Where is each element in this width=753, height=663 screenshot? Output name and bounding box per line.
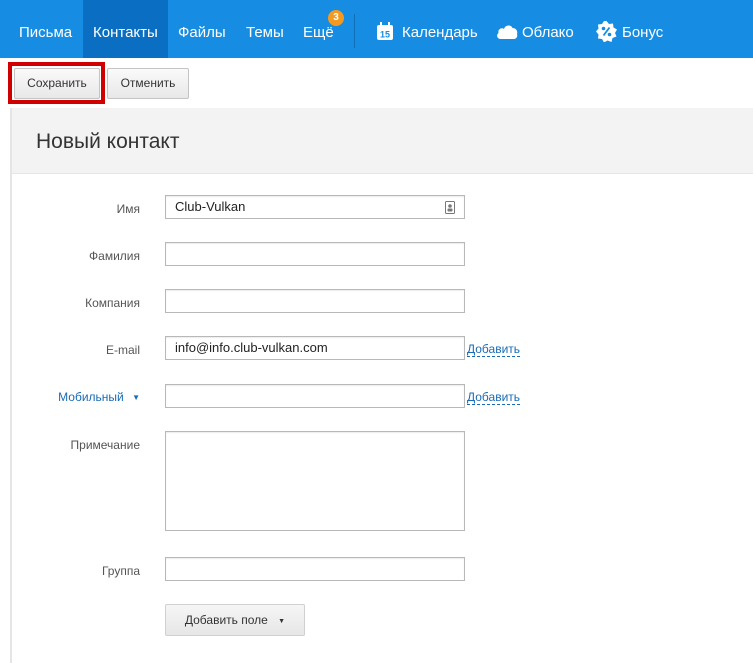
nav-item-files[interactable]: Файлы bbox=[168, 0, 236, 58]
email-label: E-mail bbox=[105, 343, 140, 357]
contact-card-icon[interactable] bbox=[445, 201, 455, 214]
email-field[interactable]: info@info.club-vulkan.com bbox=[165, 336, 465, 360]
more-badge: 3 bbox=[328, 10, 344, 26]
dropdown-arrow-icon: ▼ bbox=[278, 618, 286, 625]
company-label: Компания bbox=[85, 296, 140, 310]
phone-type-select[interactable]: Мобильный ▼ bbox=[0, 390, 140, 404]
phone-field[interactable] bbox=[165, 384, 465, 408]
nav-item-label: Файлы bbox=[178, 24, 226, 41]
name-label: Имя bbox=[116, 202, 140, 216]
panel-header: Новый контакт bbox=[12, 108, 753, 174]
nav-item-letters[interactable]: Письма bbox=[10, 0, 81, 58]
email-field-value: info@info.club-vulkan.com bbox=[175, 340, 328, 355]
nav-app-label: Бонус bbox=[622, 24, 664, 41]
svg-text:15: 15 bbox=[380, 30, 390, 40]
nav-app-label: Календарь bbox=[402, 24, 478, 41]
add-email-link[interactable]: Добавить bbox=[467, 342, 521, 357]
panel-border bbox=[10, 108, 12, 663]
nav-item-contacts[interactable]: Контакты bbox=[83, 0, 168, 58]
phone-type-label: Мобильный bbox=[58, 390, 124, 404]
nav-app-label: Облако bbox=[522, 24, 574, 41]
dropdown-arrow-icon: ▼ bbox=[132, 393, 140, 402]
surname-label: Фамилия bbox=[89, 249, 140, 263]
company-field[interactable] bbox=[165, 289, 465, 313]
name-field[interactable]: Club-Vulkan bbox=[165, 195, 465, 219]
nav-item-themes[interactable]: Темы bbox=[236, 0, 294, 58]
nav-item-more[interactable]: Ещё bbox=[293, 0, 344, 58]
add-field-label: Добавить поле bbox=[184, 613, 268, 627]
note-label: Примечание bbox=[70, 438, 140, 452]
cancel-button[interactable]: Отменить bbox=[107, 68, 189, 99]
group-label: Группа bbox=[101, 564, 140, 578]
bonus-icon bbox=[596, 21, 617, 42]
calendar-icon: 15 bbox=[377, 22, 393, 40]
nav-item-label: Ещё bbox=[303, 24, 334, 41]
nav-item-label: Контакты bbox=[93, 24, 158, 41]
name-field-value: Club-Vulkan bbox=[175, 199, 246, 214]
note-textarea[interactable] bbox=[165, 431, 465, 531]
top-navigation-bar: Письма Контакты Файлы Темы Ещё 3 Календа… bbox=[0, 0, 753, 58]
save-button[interactable]: Сохранить bbox=[14, 68, 100, 99]
nav-item-label: Темы bbox=[246, 24, 284, 41]
nav-divider bbox=[354, 14, 355, 48]
page-title: Новый контакт bbox=[36, 130, 180, 153]
nav-item-label: Письма bbox=[19, 24, 73, 41]
add-field-button[interactable]: Добавить поле ▼ bbox=[165, 604, 305, 636]
cloud-icon bbox=[497, 25, 518, 39]
group-field[interactable] bbox=[165, 557, 465, 581]
add-phone-link[interactable]: Добавить bbox=[467, 390, 521, 405]
surname-field[interactable] bbox=[165, 242, 465, 266]
